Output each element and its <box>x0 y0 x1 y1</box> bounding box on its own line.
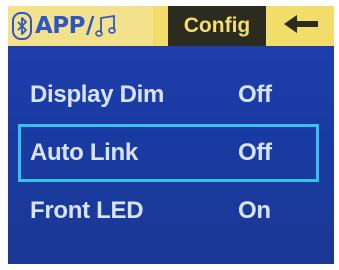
tab-app-label: APP <box>35 13 86 39</box>
music-note-icon <box>95 14 117 38</box>
menu-item-auto-link[interactable]: Auto Link Off <box>18 124 319 182</box>
menu-item-front-led[interactable]: Front LED On <box>8 182 334 240</box>
tab-config-label: Config <box>183 14 251 37</box>
settings-menu: Display Dim Off Auto Link Off Front LED … <box>8 66 334 240</box>
tab-back[interactable] <box>270 6 334 46</box>
device-frame: APP / Config Display Dim Off Auto Link O… <box>0 0 339 270</box>
tab-app[interactable]: APP / <box>8 6 153 46</box>
tab-bar: APP / Config <box>8 6 334 46</box>
tab-config[interactable]: Config <box>168 6 266 46</box>
menu-item-label: Front LED <box>30 197 144 224</box>
menu-item-label: Display Dim <box>30 81 165 108</box>
back-arrow-icon <box>284 14 320 38</box>
menu-item-value: Off <box>238 139 272 166</box>
menu-item-value: Off <box>238 81 272 108</box>
menu-item-value: On <box>238 197 271 224</box>
bluetooth-icon <box>12 12 32 40</box>
lcd-screen: APP / Config Display Dim Off Auto Link O… <box>8 6 334 264</box>
menu-item-label: Auto Link <box>30 139 138 166</box>
menu-item-display-dim[interactable]: Display Dim Off <box>8 66 334 124</box>
tab-app-separator: / <box>86 13 94 39</box>
